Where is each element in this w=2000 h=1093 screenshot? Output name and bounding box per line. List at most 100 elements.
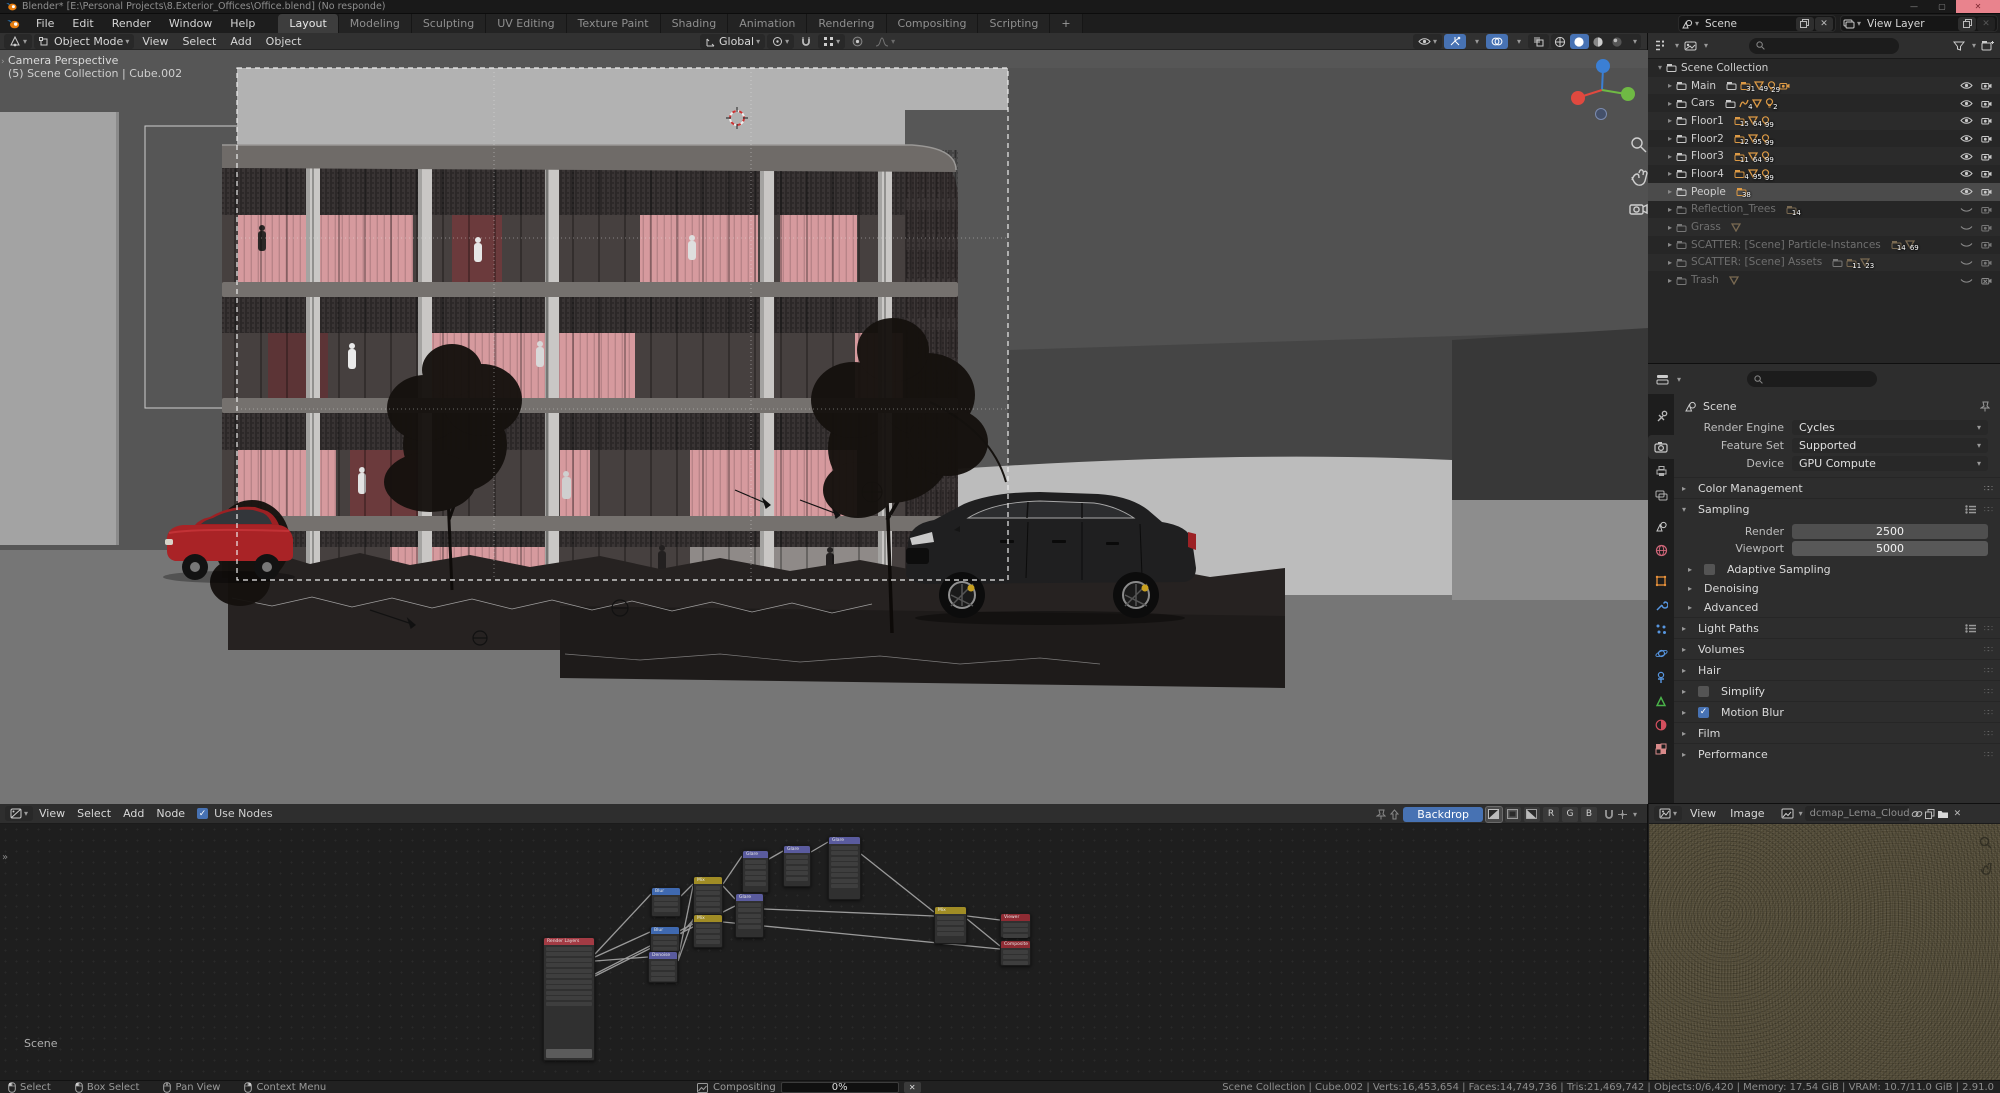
hide-viewport-icon[interactable] [1960,258,1973,267]
disable-render-icon[interactable] [1981,152,1992,161]
node-title[interactable]: Mix [935,907,966,914]
proportional-editing-toggle[interactable] [847,34,868,49]
filter-icon[interactable] [1953,41,1965,51]
node-title[interactable]: Blur [652,888,680,895]
pivot-point-selector[interactable]: ▾ [818,34,845,49]
add-workspace-button[interactable]: + [1050,14,1082,33]
disable-render-icon[interactable] [1981,134,1992,143]
checkbox-icon[interactable]: ✓ [1698,707,1709,718]
node-title[interactable]: Denoise [649,952,677,959]
viewport-menu-add[interactable]: Add [224,35,257,48]
scene-selector[interactable]: ▾ Scene ✕ [1678,15,1836,32]
disable-render-icon[interactable] [1981,81,1992,90]
expand-icon[interactable]: ▸ [1664,258,1676,267]
properties-tab-tool[interactable] [1648,404,1674,428]
panel-motion-blur[interactable]: ▸✓Motion Blur∷∷ [1674,701,2000,722]
channel-color-button[interactable] [1524,807,1540,822]
close-button[interactable]: ✕ [1956,0,2000,13]
gizmos-dropdown[interactable]: ▾ [1468,34,1484,49]
viewport-menu-view[interactable]: View [136,35,174,48]
tab-layout[interactable]: Layout [278,14,338,33]
display-mode-icon[interactable] [1684,41,1697,51]
panel-film[interactable]: ▸Film∷∷ [1674,722,2000,743]
hide-viewport-icon[interactable] [1960,276,1973,285]
gizmo-z-axis[interactable] [1596,59,1610,73]
properties-tab-view-layer[interactable] [1648,483,1674,507]
node-composite-12[interactable]: Composite [1000,940,1031,966]
node-title[interactable]: Glare [743,851,768,858]
outliner-editor-icon[interactable] [1654,40,1668,51]
remove-view-layer-icon[interactable]: ✕ [1977,17,1995,31]
node-title[interactable]: Viewer [1001,914,1030,921]
channel-b-button[interactable]: B [1581,807,1597,822]
hide-viewport-icon[interactable] [1960,152,1973,161]
node-mix-10[interactable]: Mix [934,906,967,944]
viewport-menu-object[interactable]: Object [260,35,308,48]
gizmo-x-axis[interactable] [1571,91,1585,105]
outliner-row-people[interactable]: ▸People38 [1648,183,2000,201]
outliner-row-floor1[interactable]: ▸Floor1156499 [1648,112,2000,130]
tab-modeling[interactable]: Modeling [339,14,412,33]
properties-tab-scene[interactable] [1648,514,1674,538]
presets-icon[interactable] [1965,505,1976,514]
tab-texture-paint[interactable]: Texture Paint [567,14,661,33]
properties-tab-physics[interactable] [1648,641,1674,665]
render-engine-select[interactable]: Cycles▾ [1792,420,1988,435]
properties-tab-constraints[interactable] [1648,665,1674,689]
xray-toggle[interactable] [1528,34,1549,49]
panel-sampling[interactable]: ▾Sampling ∷∷ [1674,498,2000,519]
blender-menu-icon[interactable] [0,14,27,33]
overlays-toggle[interactable] [1486,34,1508,49]
node-blur-2[interactable]: Blur [650,926,680,952]
gizmo-y-axis[interactable] [1621,87,1635,101]
expand-icon[interactable]: ▾ [1654,63,1666,72]
properties-tab-output[interactable] [1648,459,1674,483]
tab-animation[interactable]: Animation [728,14,807,33]
tab-compositing[interactable]: Compositing [887,14,979,33]
node-glare-8[interactable]: Glare [828,836,861,900]
hide-viewport-icon[interactable] [1960,169,1973,178]
node-render-layers-0[interactable]: Render Layers [543,937,595,1061]
image-canvas[interactable] [1649,824,2000,1080]
node-menu-select[interactable]: Select [71,807,117,820]
expand-icon[interactable]: ▸ [1664,240,1676,249]
visibility-dropdown[interactable]: ▾ [1413,34,1442,49]
expand-icon[interactable]: ▸ [1664,134,1676,143]
compositor-editor[interactable]: ▾ View Select Add Node ✓ Use Nodes Backd… [0,804,1648,1080]
outliner-row-trash[interactable]: ▸Trash [1648,271,2000,289]
node-menu-node[interactable]: Node [150,807,191,820]
browse-image-icon[interactable] [1781,808,1795,819]
tab-shading[interactable]: Shading [661,14,729,33]
disable-render-icon[interactable] [1981,99,1992,108]
copy-icon[interactable] [1958,17,1976,31]
backdrop-toggle[interactable]: Backdrop [1403,807,1483,822]
properties-tab-data[interactable] [1648,689,1674,713]
node-title[interactable]: Blur [651,927,679,934]
outliner-row-floor4[interactable]: ▸Floor449599 [1648,165,2000,183]
node-menu-add[interactable]: Add [117,807,150,820]
hide-viewport-icon[interactable] [1960,134,1973,143]
transform-orientation-selector[interactable]: Global ▾ [700,34,765,49]
shading-dropdown[interactable]: ▾ [1629,37,1641,46]
outliner-row-reflection-trees[interactable]: ▸Reflection_Trees14 [1648,201,2000,219]
properties-tab-particles[interactable] [1648,617,1674,641]
expand-icon[interactable]: ▸ [1664,205,1676,214]
shading-wireframe-button[interactable] [1551,34,1570,49]
outliner-row-scene-collection[interactable]: ▾ Scene Collection [1648,59,2000,77]
disable-render-icon[interactable] [1981,258,1992,267]
device-select[interactable]: GPU Compute▾ [1792,456,1988,471]
panel-color-management[interactable]: ▸Color Management ∷∷ [1674,477,2000,498]
gizmo-neg-axis[interactable] [1596,109,1607,120]
view-layer-selector[interactable]: ▾ View Layer ✕ [1840,15,1998,32]
panel-performance[interactable]: ▸Performance∷∷ [1674,743,2000,764]
editor-type-button[interactable]: ▾ [5,806,33,821]
disable-render-icon[interactable] [1981,205,1992,214]
node-title[interactable]: Composite [1001,941,1030,948]
image-menu-view[interactable]: View [1684,807,1722,820]
disable-render-icon[interactable] [1981,223,1992,232]
cancel-task-button[interactable]: ✕ [904,1082,921,1093]
node-title[interactable]: Render Layers [544,938,594,945]
menu-window[interactable]: Window [160,14,221,33]
expand-icon[interactable]: ▸ [1664,223,1676,232]
outliner-row-floor2[interactable]: ▸Floor2129599 [1648,130,2000,148]
